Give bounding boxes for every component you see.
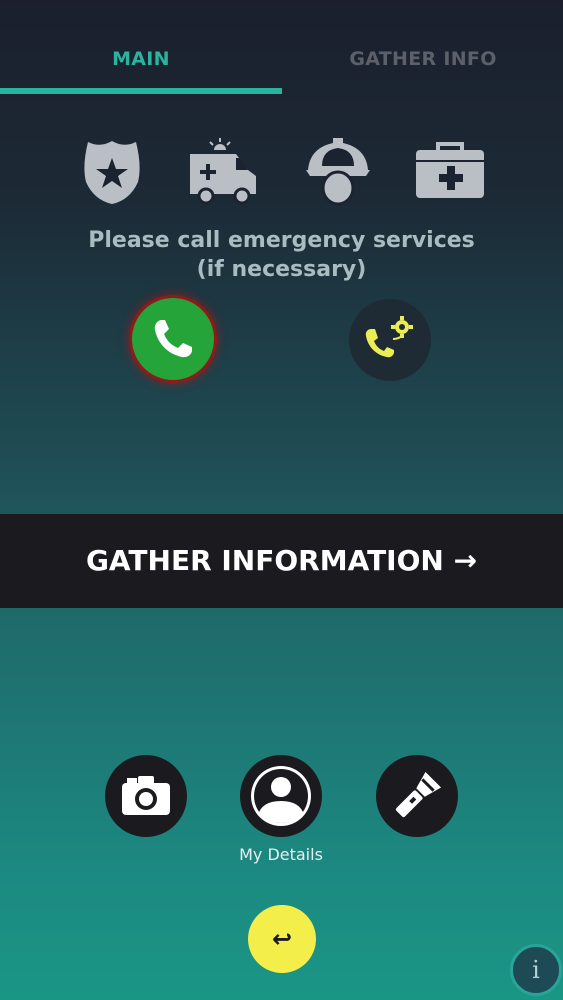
info-button[interactable]: i <box>510 944 562 996</box>
flashlight-button[interactable] <box>376 755 458 837</box>
my-details-label: My Details <box>239 845 323 864</box>
gather-information-button[interactable]: GATHER INFORMATION → <box>0 514 563 608</box>
my-details-button[interactable] <box>240 755 322 837</box>
tab-gather-info[interactable]: GATHER INFO <box>282 48 563 70</box>
active-tab-indicator <box>0 88 282 94</box>
call-settings-button[interactable] <box>349 299 431 381</box>
emergency-message: Please call emergency services (if neces… <box>0 226 563 284</box>
tab-bar: MAIN GATHER INFO <box>0 0 563 96</box>
phone-icon <box>154 320 192 358</box>
police-badge-icon <box>76 136 148 208</box>
back-button[interactable]: ↩ <box>248 905 316 973</box>
gather-information-label: GATHER INFORMATION → <box>85 544 478 577</box>
emergency-message-line2: (if necessary) <box>196 257 367 282</box>
phone-settings-icon <box>365 316 413 358</box>
call-emergency-button[interactable] <box>132 298 214 380</box>
camera-icon <box>122 776 170 815</box>
emergency-message-line1: Please call emergency services <box>88 228 475 253</box>
first-aid-kit-icon <box>414 136 486 208</box>
flashlight-icon <box>395 771 442 818</box>
user-icon <box>251 766 311 826</box>
camera-button[interactable] <box>105 755 187 837</box>
ambulance-icon <box>188 136 260 208</box>
firefighter-icon <box>302 136 374 208</box>
tab-main[interactable]: MAIN <box>0 48 282 70</box>
